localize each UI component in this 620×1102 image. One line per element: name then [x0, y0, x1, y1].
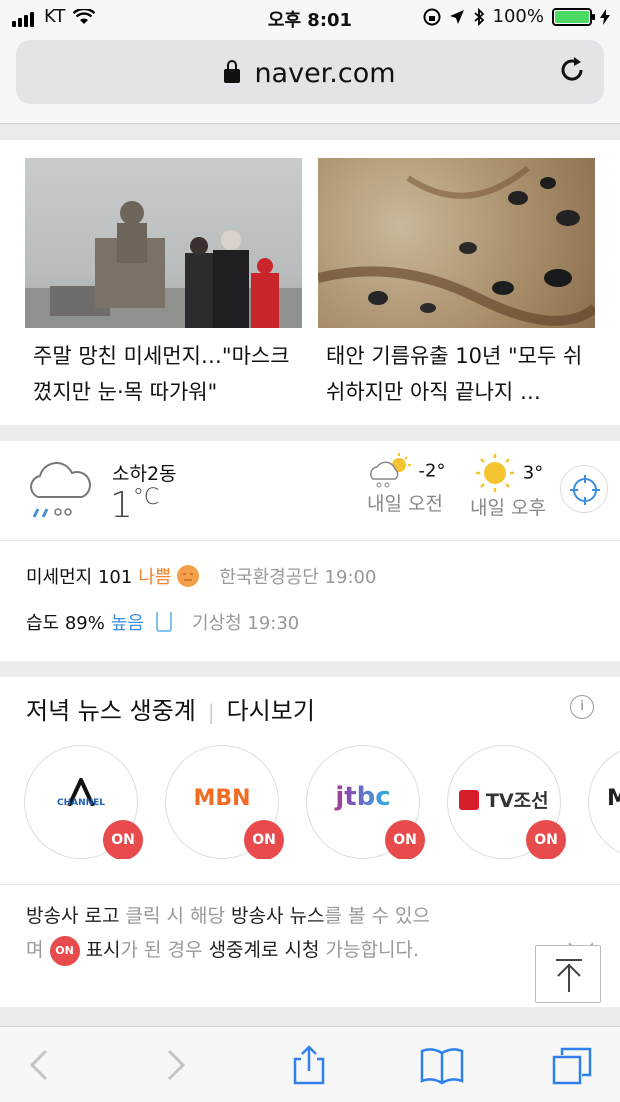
bluetooth-icon [473, 7, 484, 26]
jtbc-button[interactable]: jtbc ON [306, 745, 425, 859]
jtbc-logo: jtbc [307, 782, 419, 812]
forecast-tomorrow-afternoon: 3° 내일 오후 [458, 453, 558, 520]
on-badge-inline: ON [49, 935, 80, 966]
weather-current[interactable]: 소하2동 1°C -2° 내일 오전 3° 내일 오후 [0, 441, 620, 541]
news-title[interactable]: 주말 망친 미세먼지…"마스크 꼈지만 눈·목 따가워" [25, 338, 302, 410]
forward-icon[interactable] [155, 1045, 195, 1085]
tv-chosun-logo: TV조선 [448, 786, 560, 813]
live-news-section: 저녁 뉴스 생중계 | 다시보기 i CHANNEL ON MBN ON jtbc … [0, 677, 620, 1007]
dust-label: 미세먼지 101 [26, 567, 133, 588]
forecast-label: 내일 오후 [470, 497, 546, 519]
info-icon[interactable]: i [570, 695, 594, 719]
tabs-icon[interactable] [552, 1045, 592, 1085]
humidity-source: 기상청 19:30 [191, 613, 300, 634]
humidity-status: 높음 [110, 613, 144, 634]
news-thumbnail[interactable] [25, 158, 302, 328]
battery-icon [552, 7, 595, 26]
sun-icon [475, 454, 514, 492]
address-bar[interactable]: naver.com [16, 40, 604, 104]
news-thumbnail[interactable] [318, 158, 595, 328]
orientation-lock-icon [423, 8, 441, 25]
news-section: 주말 망친 미세먼지…"마스크 꼈지만 눈·목 따가워" 태안 기름유출 10년… [0, 140, 620, 425]
url-text: naver.com [254, 58, 396, 89]
bookmarks-icon[interactable] [420, 1045, 464, 1085]
crosshair-icon [570, 475, 600, 505]
on-badge: ON [385, 820, 425, 859]
current-temperature: 1°C [110, 485, 160, 526]
address-bar-area: naver.com [0, 36, 620, 124]
weather-section: 소하2동 1°C -2° 내일 오전 3° 내일 오후 미세먼지 101 나쁨 … [0, 441, 620, 661]
location-arrow-icon [449, 9, 464, 24]
on-badge: ON [244, 820, 284, 859]
humidity-label: 습도 89% [26, 613, 105, 634]
channel-button-partial[interactable]: M [588, 745, 620, 859]
dust-status: 나쁨 [138, 567, 172, 588]
locate-button[interactable] [560, 465, 608, 513]
weather-location: 소하2동 [112, 463, 177, 485]
channel-a-button[interactable]: CHANNEL ON [24, 745, 143, 859]
news-title[interactable]: 태안 기름유출 10년 "모두 쉬쉬하지만 아직 끝나지 … [318, 338, 595, 410]
forecast-tomorrow-morning: -2° 내일 오전 [355, 453, 455, 516]
status-bar: KT 오후 8:01 100% [0, 0, 620, 36]
rain-snow-cloud-icon [30, 462, 91, 518]
on-badge: ON [526, 820, 566, 859]
share-icon[interactable] [289, 1045, 329, 1085]
divider [0, 884, 620, 885]
humidity-row[interactable]: 습도 89% 높음 기상청 19:30 [26, 609, 299, 635]
live-news-title[interactable]: 저녁 뉴스 생중계 [26, 697, 196, 725]
news-item[interactable]: 주말 망친 미세먼지…"마스크 꼈지만 눈·목 따가워" [25, 158, 302, 410]
reload-icon[interactable] [556, 54, 588, 86]
arrow-up-icon [556, 959, 582, 992]
back-icon[interactable] [20, 1045, 60, 1085]
on-badge: ON [103, 820, 143, 859]
water-cup-icon [155, 612, 172, 632]
news-item[interactable]: 태안 기름유출 10년 "모두 쉬쉬하지만 아직 끝나지 … [318, 158, 595, 410]
channel-a-text: CHANNEL [56, 798, 106, 808]
mbn-button[interactable]: MBN ON [165, 745, 284, 859]
replay-link[interactable]: 다시보기 [227, 697, 315, 725]
live-news-description: 방송사 로고 클릭 시 해당 방송사 뉴스를 볼 수 있으며 ON 표시가 된 … [26, 899, 446, 967]
tv-chosun-button[interactable]: TV조선 ON [447, 745, 566, 859]
snow-sun-icon [369, 453, 411, 488]
dust-source: 한국환경공단 19:00 [219, 567, 377, 588]
forecast-label: 내일 오전 [367, 493, 443, 515]
bad-face-icon [177, 565, 200, 587]
scroll-to-top-button[interactable] [535, 945, 601, 1003]
mbn-logo: MBN [193, 786, 251, 811]
forecast-temp: 3° [522, 462, 544, 484]
battery-percent: 100% [492, 6, 544, 27]
forecast-temp: -2° [418, 460, 446, 482]
charging-bolt-icon [600, 8, 610, 25]
lock-icon [224, 60, 241, 83]
browser-toolbar [0, 1026, 620, 1102]
channel-list: CHANNEL ON MBN ON jtbc ON TV조선 ON M [24, 745, 620, 859]
fine-dust-row[interactable]: 미세먼지 101 나쁨 한국환경공단 19:00 [26, 563, 376, 589]
